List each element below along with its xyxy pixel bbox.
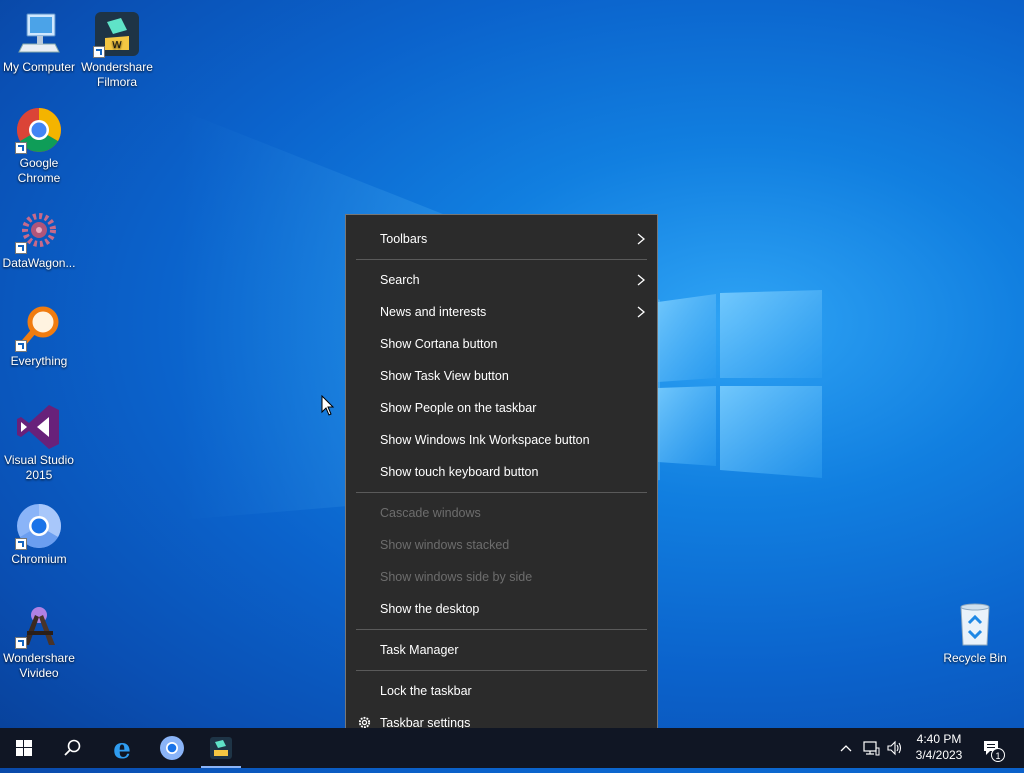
menu-item-label: Toolbars xyxy=(380,232,428,246)
svg-text:e: e xyxy=(113,732,131,765)
desktop-icon-chromium[interactable]: Chromium xyxy=(0,502,78,567)
vivideo-icon xyxy=(15,601,63,649)
search-icon xyxy=(64,739,81,756)
menu-item-label: Task Manager xyxy=(380,643,459,657)
desktop-icon-everything[interactable]: Everything xyxy=(0,304,78,369)
menu-item-label: Show windows stacked xyxy=(380,538,510,552)
action-center-button[interactable]: 1 xyxy=(976,728,1012,768)
taskbar-app-filmora[interactable] xyxy=(197,728,245,768)
menu-item-label: Cascade windows xyxy=(380,506,481,520)
clock-time: 4:40 PM xyxy=(916,732,962,746)
chevron-right-icon xyxy=(637,233,646,245)
recycle-bin-icon xyxy=(951,601,999,649)
computer-icon xyxy=(15,10,63,58)
desktop-icon-vivideo[interactable]: Wondershare Vivideo xyxy=(0,601,78,681)
menu-separator xyxy=(356,629,647,630)
desktop-icon-google-chrome[interactable]: Google Chrome xyxy=(0,106,78,186)
desktop-icon-filmora[interactable]: W Wondershare Filmora xyxy=(78,10,156,90)
taskbar-app-edge[interactable]: e xyxy=(98,728,146,768)
desktop-icon-label: My Computer xyxy=(2,60,76,74)
clock-date: 3/4/2023 xyxy=(915,748,963,762)
menu-separator xyxy=(356,259,647,260)
start-icon xyxy=(16,740,32,756)
menu-item-show-touch-keyboard[interactable]: Show touch keyboard button xyxy=(346,457,657,487)
desktop-icon-datawagon[interactable]: DataWagon... xyxy=(0,206,78,271)
menu-item-lock-taskbar[interactable]: Lock the taskbar xyxy=(346,676,657,706)
menu-item-windows-side-by-side: Show windows side by side xyxy=(346,562,657,592)
menu-item-label: Lock the taskbar xyxy=(380,684,472,698)
desktop-icon-label: Chromium xyxy=(11,552,67,566)
volume-icon[interactable] xyxy=(886,739,904,757)
show-hidden-icons-chevron-icon[interactable] xyxy=(838,740,854,756)
chevron-right-icon xyxy=(637,306,646,318)
menu-item-label: Show touch keyboard button xyxy=(380,465,539,479)
menu-separator xyxy=(356,670,647,671)
menu-item-news-and-interests[interactable]: News and interests xyxy=(346,297,657,327)
chromium-icon xyxy=(160,736,184,760)
desktop-icon-visual-studio[interactable]: Visual Studio 2015 xyxy=(0,403,78,483)
chrome-icon xyxy=(15,106,63,154)
visual-studio-icon xyxy=(15,403,63,451)
menu-item-show-cortana-button[interactable]: Show Cortana button xyxy=(346,329,657,359)
menu-item-cascade-windows: Cascade windows xyxy=(346,498,657,528)
shortcut-arrow-icon xyxy=(15,538,27,550)
filmora-icon xyxy=(210,737,232,759)
filmora-icon: W xyxy=(93,10,141,58)
taskbar-clock[interactable]: 4:40 PM 3/4/2023 xyxy=(906,731,972,763)
desktop-icon-my-computer[interactable]: My Computer xyxy=(0,10,78,75)
menu-item-windows-stacked: Show windows stacked xyxy=(346,530,657,560)
desktop-icon-label: Wondershare Filmora xyxy=(81,60,153,89)
desktop-icon-label: DataWagon... xyxy=(2,256,76,270)
menu-item-label: Show Task View button xyxy=(380,369,509,383)
desktop-icon-recycle-bin[interactable]: Recycle Bin xyxy=(936,601,1014,666)
taskbar-context-menu: Toolbars Search News and interests Show … xyxy=(345,214,658,748)
mouse-cursor-icon xyxy=(321,395,335,416)
chromium-icon xyxy=(15,502,63,550)
menu-separator xyxy=(356,492,647,493)
taskbar-search-button[interactable] xyxy=(48,728,96,768)
datawagon-icon xyxy=(15,206,63,254)
desktop-icon-label: Everything xyxy=(10,354,68,368)
svg-text:W: W xyxy=(112,40,122,51)
menu-item-label: Show Cortana button xyxy=(380,337,498,351)
notification-count-badge: 1 xyxy=(991,748,1005,762)
menu-item-show-desktop[interactable]: Show the desktop xyxy=(346,594,657,624)
shortcut-arrow-icon xyxy=(93,46,105,58)
menu-item-toolbars[interactable]: Toolbars xyxy=(346,224,657,254)
shortcut-arrow-icon xyxy=(15,242,27,254)
shortcut-arrow-icon xyxy=(15,142,27,154)
taskbar: e 4:40 PM 3/4/2023 1 xyxy=(0,728,1024,768)
menu-item-search[interactable]: Search xyxy=(346,265,657,295)
desktop-icon-label: Visual Studio 2015 xyxy=(4,453,74,482)
desktop-icon-label: Wondershare Vivideo xyxy=(3,651,75,680)
menu-item-show-ink-workspace[interactable]: Show Windows Ink Workspace button xyxy=(346,425,657,455)
start-button[interactable] xyxy=(0,728,48,768)
shortcut-arrow-icon xyxy=(15,340,27,352)
menu-item-show-task-view-button[interactable]: Show Task View button xyxy=(346,361,657,391)
desktop-icon-label: Recycle Bin xyxy=(943,651,1007,665)
edge-icon: e xyxy=(113,732,131,765)
shortcut-arrow-icon xyxy=(15,637,27,649)
taskbar-app-chromium[interactable] xyxy=(148,728,196,768)
everything-search-icon xyxy=(15,304,63,352)
menu-item-task-manager[interactable]: Task Manager xyxy=(346,635,657,665)
menu-item-label: Show the desktop xyxy=(380,602,480,616)
menu-item-label: Show Windows Ink Workspace button xyxy=(380,433,590,447)
menu-item-label: News and interests xyxy=(380,305,487,319)
menu-item-label: Show windows side by side xyxy=(380,570,533,584)
menu-item-label: Search xyxy=(380,273,420,287)
desktop-icon-label: Google Chrome xyxy=(17,156,61,185)
network-icon[interactable] xyxy=(862,739,880,757)
chevron-right-icon xyxy=(637,274,646,286)
menu-item-show-people[interactable]: Show People on the taskbar xyxy=(346,393,657,423)
menu-item-label: Show People on the taskbar xyxy=(380,401,537,415)
